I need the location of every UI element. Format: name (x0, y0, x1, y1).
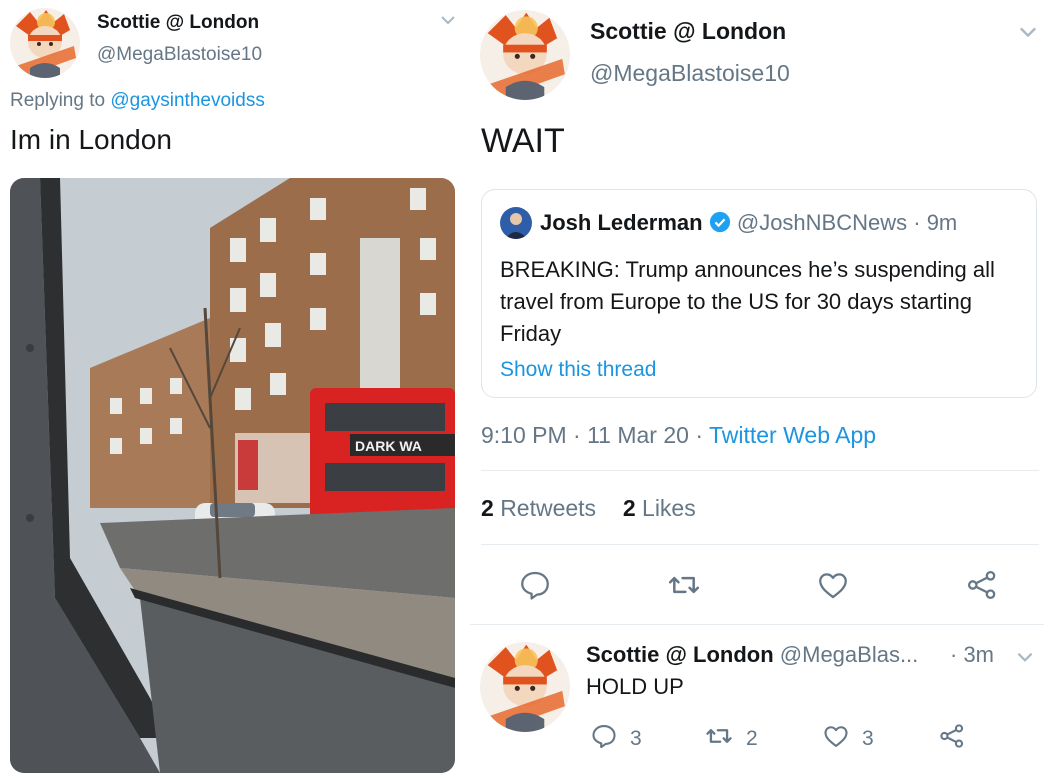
likes-stat[interactable]: 2 Likes (623, 495, 696, 521)
retweets-count: 2 (481, 495, 494, 521)
replying-to-handle[interactable]: @gaysinthevoidss (110, 90, 264, 111)
author-name[interactable]: Scottie @ London (97, 12, 259, 34)
quoted-header: Josh Lederman @JoshNBCNews · 9m (540, 210, 957, 236)
replying-to-line: Replying to @gaysinthevoidss (10, 90, 265, 112)
divider (481, 470, 1039, 471)
main-tweet-text: WAIT (481, 122, 565, 160)
author-handle[interactable]: @MegaBlastoise10 (97, 44, 262, 66)
tweet-text: Im in London (10, 124, 172, 155)
reply-author-handle[interactable]: @MegaBlas... (780, 642, 919, 667)
retweets-label: Retweets (500, 495, 597, 521)
main-author-name[interactable]: Scottie @ London (590, 18, 786, 45)
main-author-handle[interactable]: @MegaBlastoise10 (590, 60, 790, 87)
share-icon[interactable] (965, 568, 999, 602)
reply-author-name[interactable]: Scottie @ London (586, 642, 774, 667)
reply-retweet-action[interactable]: 2 (704, 722, 758, 755)
reply-header: Scottie @ London @MegaBlas... (586, 642, 918, 668)
retweet-icon[interactable] (666, 568, 702, 602)
retweets-stat[interactable]: 2 Retweets (481, 495, 596, 521)
stats-line: 2 Retweets 2 Likes (481, 495, 696, 522)
quoted-author-handle: @JoshNBCNews (736, 210, 908, 235)
reply-count: 3 (630, 726, 642, 750)
replying-prefix: Replying to (10, 90, 111, 111)
quoted-time: · 9m (913, 210, 958, 235)
reply-time: · 3m (950, 642, 994, 667)
timestamp[interactable]: 9:10 PM · 11 Mar 20 · (481, 422, 703, 448)
chevron-down-icon[interactable] (438, 10, 458, 30)
chevron-down-icon[interactable] (1016, 20, 1040, 44)
reply-like-action[interactable]: 3 (822, 722, 874, 755)
chevron-down-icon[interactable] (1014, 646, 1036, 668)
reply-author-avatar[interactable] (480, 642, 570, 732)
main-author-avatar[interactable] (480, 10, 570, 100)
left-tweet: Scottie @ London @MegaBlastoise10 Replyi… (0, 0, 465, 781)
verified-badge-icon (709, 211, 731, 233)
quoted-tweet[interactable]: Josh Lederman @JoshNBCNews · 9m BREAKING… (481, 189, 1037, 398)
source-link[interactable]: Twitter Web App (709, 422, 876, 448)
share-icon[interactable] (938, 722, 966, 755)
retweet-icon[interactable] (704, 722, 734, 755)
reply-text: HOLD UP (586, 674, 684, 699)
reply-icon[interactable] (518, 568, 552, 602)
tweet-photo[interactable]: DARK WA (10, 178, 455, 773)
reply-reply-action[interactable]: 3 (590, 722, 642, 755)
like-icon[interactable] (822, 722, 850, 755)
like-count: 3 (862, 726, 874, 750)
quoted-author-avatar (500, 207, 532, 239)
bus-sign-text: DARK WA (355, 438, 422, 454)
quoted-text: BREAKING: Trump announces he’s suspendin… (500, 257, 995, 346)
retweet-count: 2 (746, 726, 758, 750)
reply-icon[interactable] (590, 722, 618, 755)
quoted-author-name: Josh Lederman (540, 210, 703, 235)
show-thread-link[interactable]: Show this thread (500, 358, 656, 382)
likes-count: 2 (622, 495, 636, 521)
like-icon[interactable] (816, 568, 850, 602)
divider (470, 624, 1044, 625)
likes-label: Likes (642, 495, 696, 521)
divider (481, 544, 1039, 545)
timestamp-line: 9:10 PM · 11 Mar 20 · Twitter Web App (481, 422, 876, 449)
author-avatar[interactable] (10, 8, 80, 78)
